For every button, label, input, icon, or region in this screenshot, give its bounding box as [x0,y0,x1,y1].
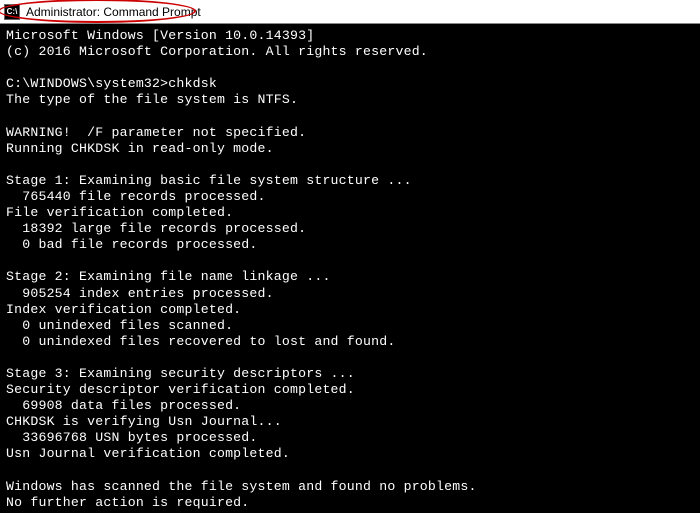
command-input: chkdsk [168,76,217,91]
console-output[interactable]: Microsoft Windows [Version 10.0.14393] (… [0,24,700,513]
console-line: Stage 3: Examining security descriptors … [6,366,355,381]
command-prompt-window: C:\ Administrator: Command Prompt Micros… [0,0,700,513]
console-line: Index verification completed. [6,302,241,317]
window-titlebar[interactable]: C:\ Administrator: Command Prompt [0,0,700,24]
console-line: Stage 2: Examining file name linkage ... [6,269,331,284]
cmd-icon: C:\ [4,4,20,20]
console-line: 0 unindexed files recovered to lost and … [6,334,395,349]
cmd-icon-glyph: C:\ [7,7,18,16]
console-line: 0 unindexed files scanned. [6,318,233,333]
console-line: (c) 2016 Microsoft Corporation. All righ… [6,44,428,59]
console-line: 18392 large file records processed. [6,221,306,236]
console-line: No further action is required. [6,495,249,510]
console-line: Microsoft Windows [Version 10.0.14393] [6,28,314,43]
window-title: Administrator: Command Prompt [26,5,201,19]
console-line: Running CHKDSK in read-only mode. [6,141,274,156]
console-line: 33696768 USN bytes processed. [6,430,258,445]
prompt: C:\WINDOWS\system32> [6,76,168,91]
console-line: CHKDSK is verifying Usn Journal... [6,414,282,429]
console-line: 905254 index entries processed. [6,286,274,301]
console-line: The type of the file system is NTFS. [6,92,298,107]
console-line: Security descriptor verification complet… [6,382,355,397]
console-line: Windows has scanned the file system and … [6,479,477,494]
console-line: Usn Journal verification completed. [6,446,290,461]
console-line: File verification completed. [6,205,233,220]
console-line: WARNING! /F parameter not specified. [6,125,306,140]
console-line: 69908 data files processed. [6,398,241,413]
console-line: 765440 file records processed. [6,189,266,204]
console-line: Stage 1: Examining basic file system str… [6,173,412,188]
console-line: 0 bad file records processed. [6,237,258,252]
